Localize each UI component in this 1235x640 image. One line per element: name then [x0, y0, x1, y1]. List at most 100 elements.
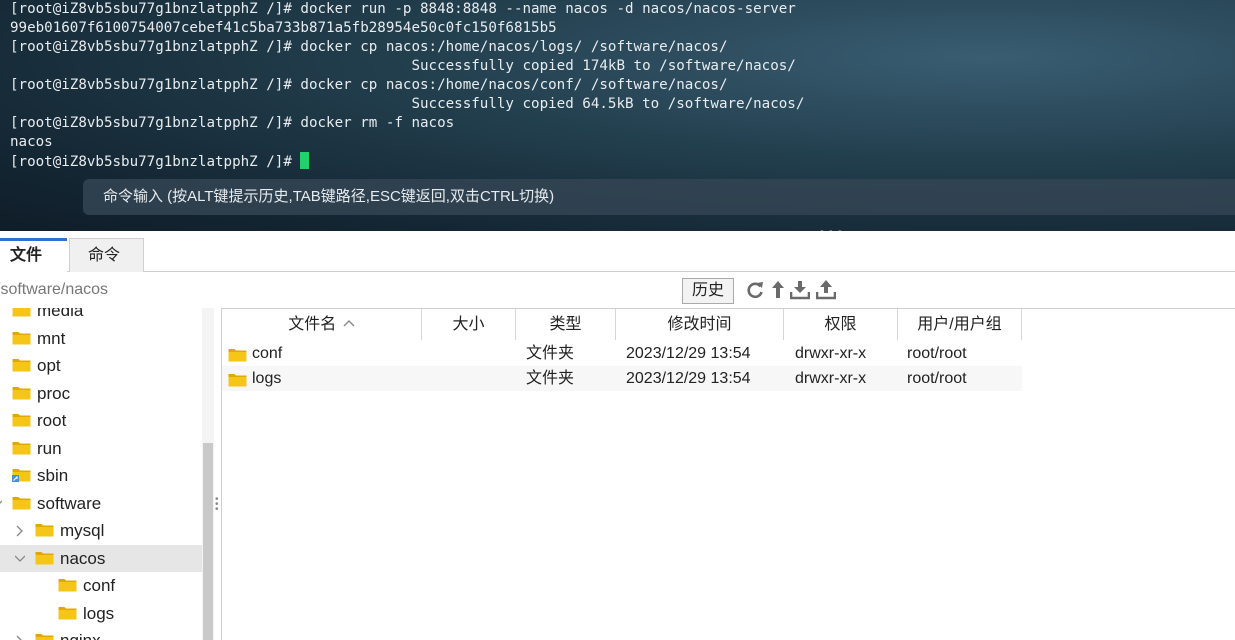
tab-files[interactable]: 文件: [0, 238, 67, 272]
terminal-line-text: [root@iZ8vb5sbu77g1bnzlatpphZ /]# docker…: [10, 115, 455, 131]
directory-tree[interactable]: media mnt opt proc root run sbin software mysql n…: [0, 308, 202, 640]
tree-scrollbar-thumb[interactable]: [203, 443, 213, 640]
tab-commands-label: 命令: [88, 247, 121, 264]
tree-item-mysql[interactable]: mysql: [35, 517, 104, 544]
tree-item-software[interactable]: software: [12, 490, 101, 517]
history-button-label: 历史: [691, 282, 724, 299]
terminal-line: nacos: [10, 133, 53, 152]
tab-files-label: 文件: [10, 247, 43, 264]
file-cell-modified: 2023/12/29 13:54: [626, 345, 751, 362]
tree-item-mnt[interactable]: mnt: [12, 325, 65, 352]
terminal-line: Successfully copied 64.5kB to /software/…: [10, 95, 804, 114]
column-header-name-label: 文件名: [288, 316, 337, 333]
tree-item-run[interactable]: run: [12, 435, 62, 462]
terminal-line-text: [root@iZ8vb5sbu77g1bnzlatpphZ /]# docker…: [10, 39, 728, 55]
terminal-line: Successfully copied 174kB to /software/n…: [10, 57, 796, 76]
tab-commands[interactable]: 命令: [69, 238, 144, 272]
file-cell-name: logs: [252, 370, 282, 387]
terminal-line-text: [root@iZ8vb5sbu77g1bnzlatpphZ /]# docker…: [10, 1, 796, 17]
tree-item-label: logs: [83, 603, 115, 623]
file-row[interactable]: logs 文件夹 2023/12/29 13:54 drwxr-xr-x root/ro…: [222, 366, 1022, 391]
column-header-owner[interactable]: 用户/用户组: [898, 309, 1022, 340]
tree-item-nginx[interactable]: nginx: [35, 627, 101, 640]
file-cell-permissions: drwxr-xr-x: [795, 370, 867, 387]
folder-icon: [35, 628, 54, 640]
terminal-line: [root@iZ8vb5sbu77g1bnzlatpphZ /]# docker…: [10, 38, 728, 57]
terminal-line-text: 99eb01607f6100754007cebef41c5ba733b871a5…: [10, 20, 557, 36]
terminal-line-text: Successfully copied 174kB to /software/n…: [10, 58, 796, 74]
tree-item-label: conf: [83, 576, 116, 595]
column-header-name[interactable]: 文件名: [222, 309, 422, 340]
upload-icon[interactable]: [816, 279, 836, 301]
folder-icon: [12, 353, 31, 372]
sort-ascending-icon: [343, 320, 355, 327]
command-input-placeholder: 命令输入 (按ALT键提示历史,TAB键路径,ESC键返回,双击CTRL切换): [103, 188, 555, 205]
terminal-line: 99eb01607f6100754007cebef41c5ba733b871a5…: [10, 19, 557, 38]
file-row[interactable]: conf 文件夹 2023/12/29 13:54 drwxr-xr-x root/ro…: [222, 341, 1022, 366]
tab-bar: 文件 命令: [0, 231, 1235, 272]
file-cell-owner: root/root: [907, 345, 967, 362]
tree-item-label: proc: [37, 383, 71, 403]
tree-item-conf[interactable]: conf: [58, 572, 115, 599]
file-cell-type: 文件夹: [526, 345, 575, 362]
terminal-line: [root@iZ8vb5sbu77g1bnzlatpphZ /]# docker…: [10, 76, 728, 95]
column-header-modified[interactable]: 修改时间: [616, 309, 784, 340]
tree-item-label: run: [37, 438, 62, 458]
tree-item-label: software: [37, 493, 102, 513]
tree-item-label: mysql: [60, 521, 105, 540]
column-header-permissions[interactable]: 权限: [784, 309, 898, 340]
tree-item-nacos[interactable]: nacos: [35, 545, 105, 572]
path-input[interactable]: [0, 278, 676, 302]
refresh-icon[interactable]: [745, 279, 765, 301]
column-header-size[interactable]: 大小: [422, 309, 516, 340]
chevron-down-icon[interactable]: [0, 497, 2, 511]
terminal-panel[interactable]: [root@iZ8vb5sbu77g1bnzlatpphZ /]# docker…: [0, 0, 1235, 231]
folder-icon: [12, 381, 31, 399]
path-bar: [0, 272, 1235, 308]
tree-item-label: nacos: [60, 548, 106, 568]
terminal-line: [root@iZ8vb5sbu77g1bnzlatpphZ /]# docker…: [10, 0, 796, 19]
up-arrow-icon[interactable]: [770, 279, 790, 301]
chevron-right-icon[interactable]: [0, 414, 2, 428]
chevron-down-icon[interactable]: [15, 552, 25, 566]
tree-item-root[interactable]: root: [12, 407, 66, 434]
download-icon[interactable]: [790, 279, 810, 301]
tree-item-label: opt: [37, 356, 61, 375]
file-list[interactable]: 文件名 大小 类型 修改时间 权限 用户/用户组 conf 文件夹 2023/12/…: [221, 308, 1235, 640]
column-header-type[interactable]: 类型: [516, 309, 616, 340]
folder-icon: [228, 370, 247, 395]
file-cell-permissions: drwxr-xr-x: [795, 345, 867, 362]
tree-item-proc[interactable]: proc: [12, 380, 70, 407]
tree-item-media[interactable]: media: [12, 308, 83, 324]
tree-item-label: media: [37, 308, 84, 320]
tree-item-sbin[interactable]: sbin: [12, 462, 68, 489]
folder-icon: [12, 436, 31, 454]
tree-item-label: root: [37, 411, 67, 430]
folder-icon: [35, 546, 54, 564]
command-input[interactable]: 命令输入 (按ALT键提示历史,TAB键路径,ESC键返回,双击CTRL切换): [83, 179, 1235, 215]
link-folder-icon: [12, 463, 31, 482]
vertical-splitter-handle[interactable]: • • •: [215, 495, 219, 515]
folder-icon: [12, 326, 31, 344]
chevron-right-icon[interactable]: [15, 634, 25, 640]
terminal-line: [root@iZ8vb5sbu77g1bnzlatpphZ /]# docker…: [10, 114, 454, 133]
folder-icon: [12, 308, 31, 317]
tree-item-label: mnt: [37, 328, 66, 348]
tree-item-label: nginx: [60, 631, 101, 640]
folder-icon: [12, 408, 31, 427]
terminal-line-text: [root@iZ8vb5sbu77g1bnzlatpphZ /]#: [10, 154, 301, 170]
folder-icon: [12, 491, 31, 509]
file-cell-type: 文件夹: [526, 370, 575, 387]
folder-icon: [58, 573, 77, 592]
tree-item-logs[interactable]: logs: [58, 600, 114, 627]
file-cell-owner: root/root: [907, 370, 967, 387]
tree-item-opt[interactable]: opt: [12, 352, 61, 379]
terminal-line-text: nacos: [10, 134, 53, 150]
folder-icon: [35, 518, 54, 537]
folder-icon: [58, 601, 77, 619]
chevron-right-icon[interactable]: [15, 524, 25, 538]
tree-item-label: sbin: [37, 466, 69, 485]
terminal-cursor: [300, 152, 310, 169]
history-button[interactable]: 历史: [682, 278, 734, 304]
terminal-line: [root@iZ8vb5sbu77g1bnzlatpphZ /]#: [10, 152, 310, 171]
